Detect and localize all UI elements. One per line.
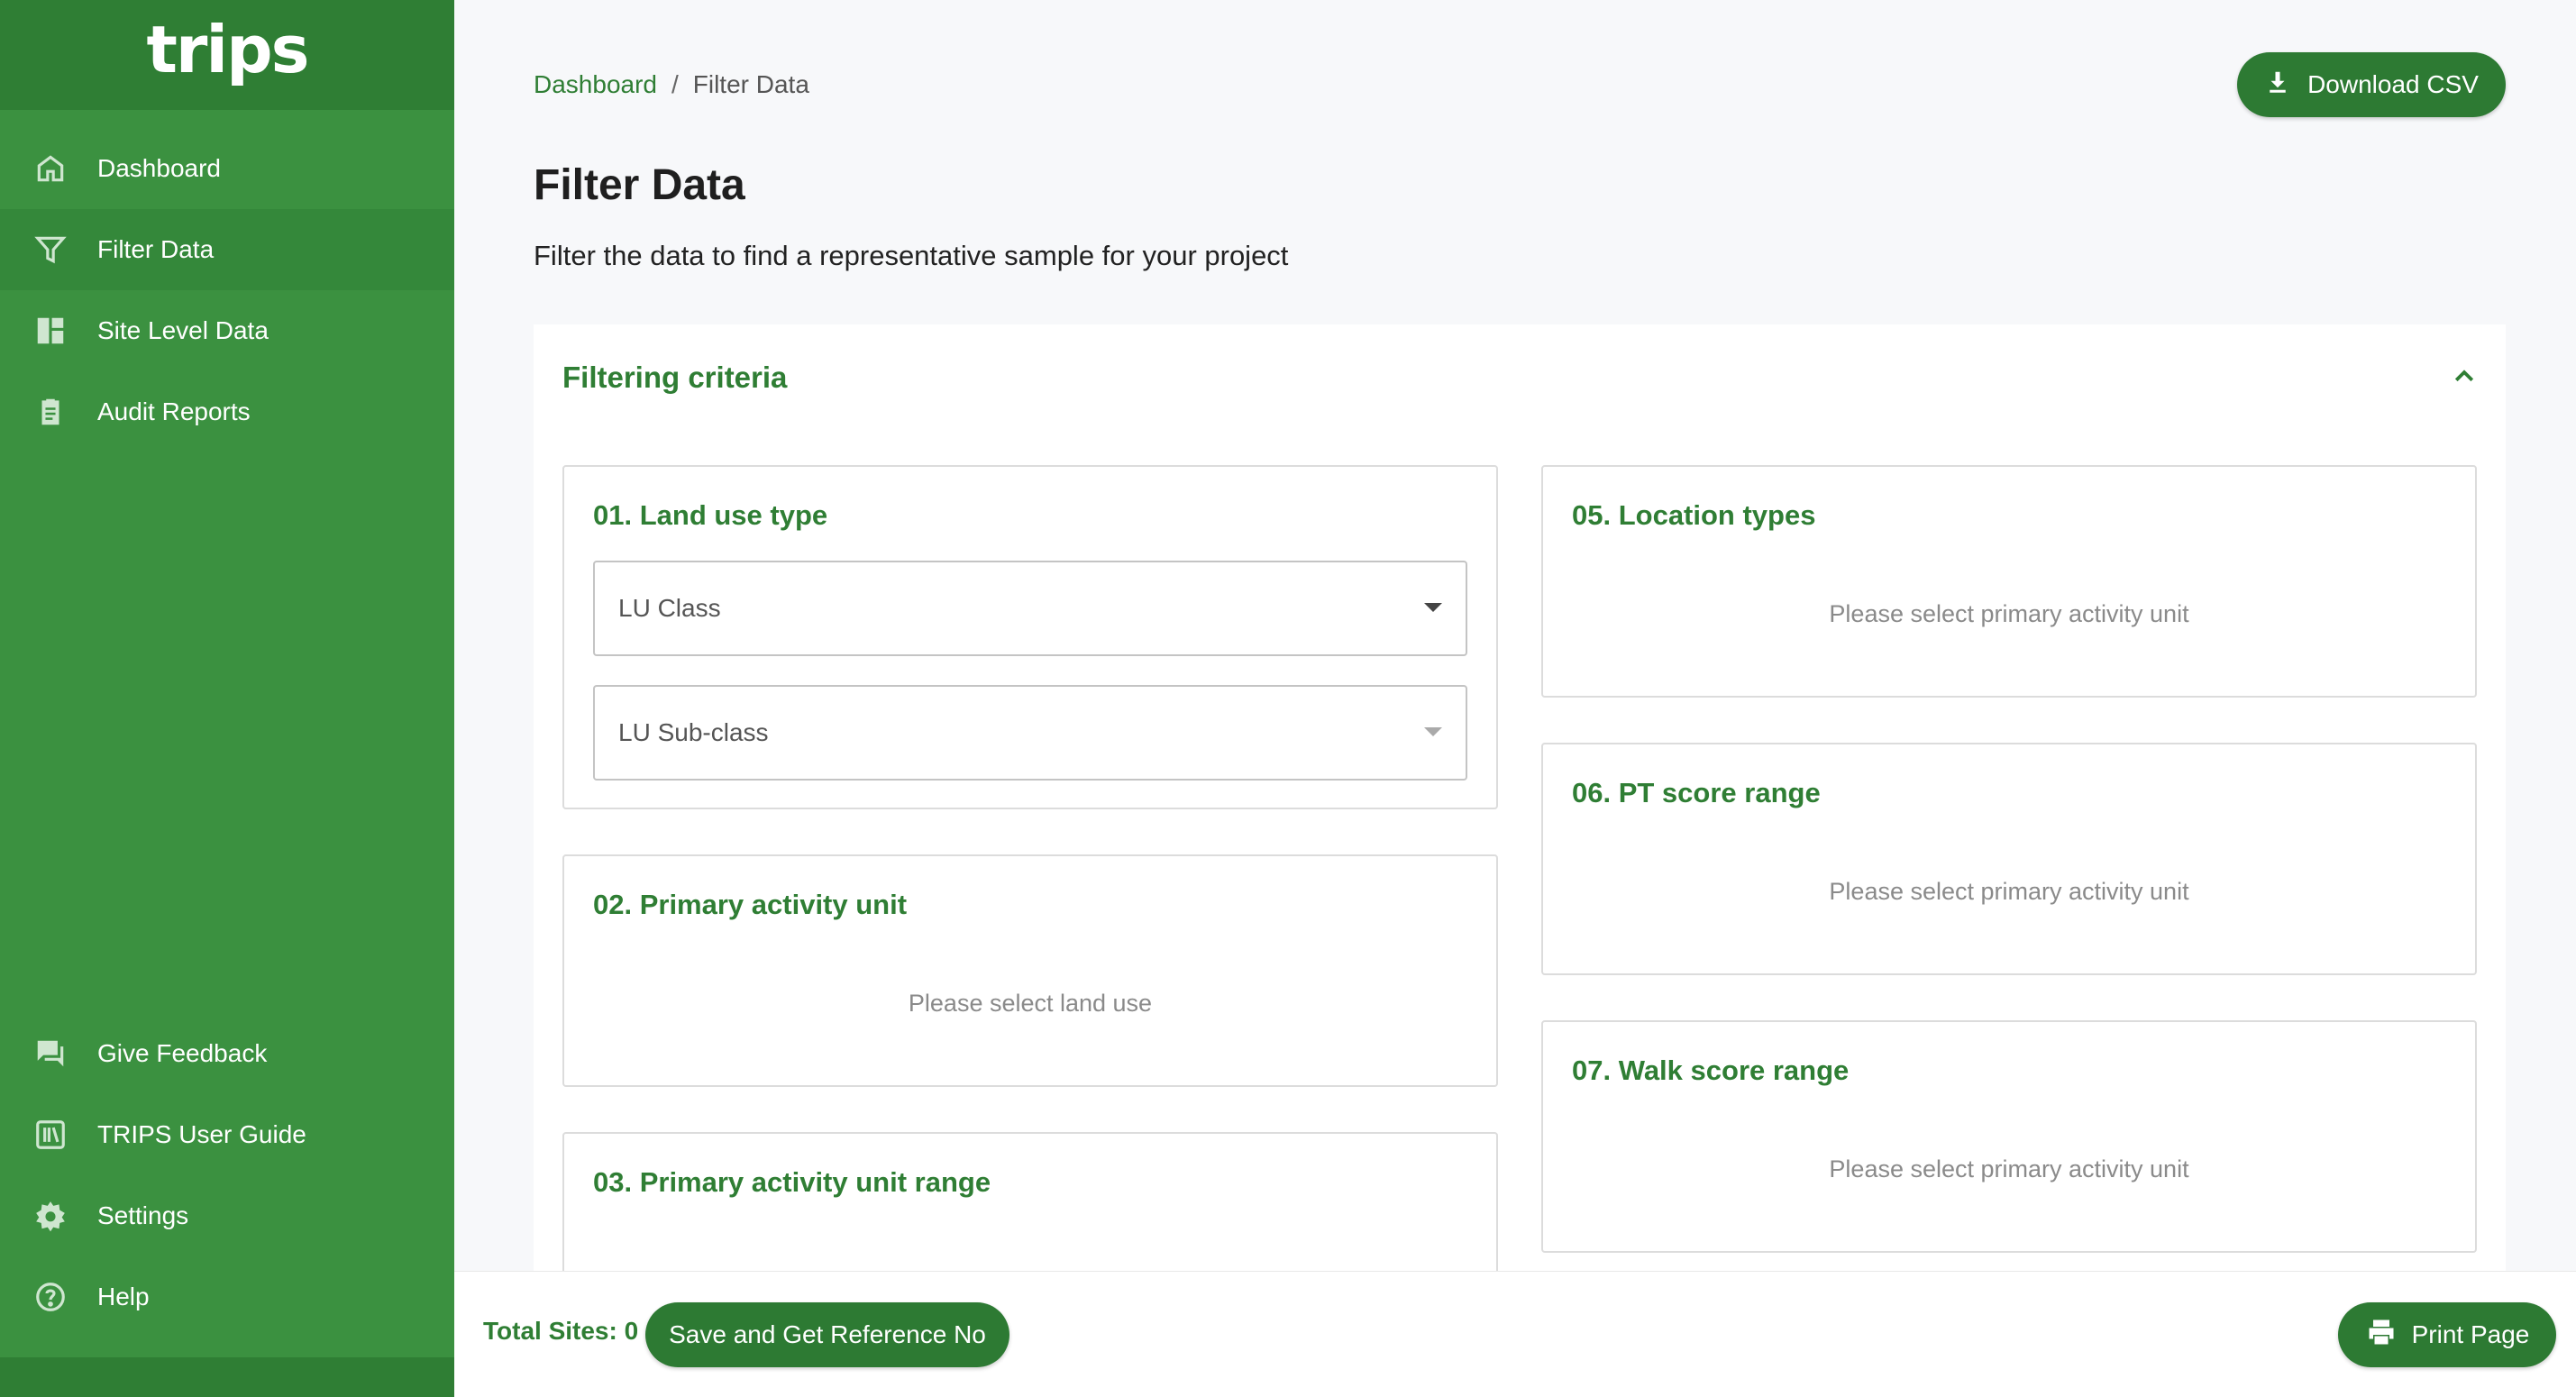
- bottom-action-bar: Total Sites: 0 Save and Get Reference No…: [454, 1271, 2576, 1397]
- pt-score-range-card: 06. PT score range Please select primary…: [1541, 743, 2477, 975]
- breadcrumb-dashboard-link[interactable]: Dashboard: [534, 70, 657, 99]
- print-page-label: Print Page: [2411, 1320, 2530, 1348]
- filtering-criteria-panel: Filtering criteria 01. Land use type LU …: [534, 324, 2506, 1312]
- walk-score-range-card: 07. Walk score range Please select prima…: [1541, 1020, 2477, 1253]
- sidebar-item-label: TRIPS User Guide: [97, 1120, 306, 1148]
- sidebar-item-settings[interactable]: Settings: [0, 1175, 454, 1256]
- sidebar: trips Dashboard Filter Data Site Level D…: [0, 0, 454, 1397]
- page-title: Filter Data: [534, 161, 745, 209]
- land-use-type-card: 01. Land use type LU Class LU Sub-class: [562, 465, 1498, 809]
- clipboard-icon: [32, 394, 69, 430]
- land-use-type-title: 01. Land use type: [593, 499, 828, 531]
- filter-icon: [32, 232, 69, 268]
- lu-class-placeholder: LU Class: [618, 594, 721, 622]
- page-subtitle: Filter the data to find a representative…: [534, 240, 1289, 271]
- help-icon: [32, 1279, 69, 1315]
- dashboard-grid-icon: [32, 313, 69, 349]
- location-types-title: 05. Location types: [1572, 499, 1816, 531]
- sidebar-item-label: Filter Data: [97, 235, 215, 263]
- pt-score-range-message: Please select primary activity unit: [1829, 878, 2189, 905]
- sidebar-item-filter-data[interactable]: Filter Data: [0, 209, 454, 290]
- sidebar-item-help[interactable]: Help: [0, 1256, 454, 1338]
- sidebar-footer: [0, 1357, 454, 1397]
- sidebar-item-dashboard[interactable]: Dashboard: [0, 128, 454, 209]
- save-reference-button[interactable]: Save and Get Reference No: [645, 1302, 1009, 1367]
- primary-activity-unit-card: 02. Primary activity unit Please select …: [562, 854, 1498, 1087]
- primary-activity-unit-title: 02. Primary activity unit: [593, 889, 908, 920]
- primary-activity-unit-message: Please select land use: [908, 990, 1153, 1017]
- download-icon: [2264, 68, 2291, 102]
- sidebar-item-user-guide[interactable]: TRIPS User Guide: [0, 1094, 454, 1175]
- filtering-criteria-title[interactable]: Filtering criteria: [562, 361, 787, 395]
- gear-icon: [32, 1198, 69, 1234]
- logo-area: trips: [0, 0, 454, 110]
- sidebar-item-label: Site Level Data: [97, 316, 269, 344]
- download-csv-label: Download CSV: [2307, 70, 2479, 98]
- breadcrumb: Dashboard / Filter Data: [534, 70, 809, 99]
- pt-score-range-title: 06. PT score range: [1572, 777, 1821, 808]
- primary-activity-range-title: 03. Primary activity unit range: [593, 1166, 991, 1198]
- chevron-up-icon[interactable]: [2446, 359, 2482, 395]
- sidebar-item-site-level-data[interactable]: Site Level Data: [0, 290, 454, 371]
- total-sites-count: Total Sites: 0: [483, 1317, 639, 1345]
- sidebar-item-audit-reports[interactable]: Audit Reports: [0, 371, 454, 452]
- walk-score-range-title: 07. Walk score range: [1572, 1055, 1850, 1086]
- printer-icon: [2365, 1316, 2398, 1355]
- lu-subclass-select[interactable]: LU Sub-class: [593, 685, 1467, 781]
- feedback-icon: [32, 1036, 69, 1072]
- sidebar-item-label: Help: [97, 1283, 150, 1310]
- sidebar-item-label: Dashboard: [97, 154, 221, 182]
- breadcrumb-separator: /: [671, 70, 679, 98]
- location-types-card: 05. Location types Please select primary…: [1541, 465, 2477, 698]
- dropdown-arrow-icon: [1424, 603, 1442, 612]
- download-csv-button[interactable]: Download CSV: [2237, 52, 2506, 117]
- sidebar-item-give-feedback[interactable]: Give Feedback: [0, 1013, 454, 1094]
- library-icon: [32, 1117, 69, 1153]
- lu-class-select[interactable]: LU Class: [593, 561, 1467, 656]
- sidebar-item-label: Give Feedback: [97, 1039, 268, 1067]
- location-types-message: Please select primary activity unit: [1829, 600, 2189, 627]
- sidebar-item-label: Settings: [97, 1201, 189, 1229]
- walk-score-range-message: Please select primary activity unit: [1829, 1155, 2189, 1182]
- print-page-button[interactable]: Print Page: [2338, 1302, 2556, 1367]
- dropdown-arrow-icon: [1424, 727, 1442, 736]
- home-icon: [32, 151, 69, 187]
- lu-subclass-placeholder: LU Sub-class: [618, 718, 769, 746]
- app-logo[interactable]: trips: [147, 12, 310, 87]
- sidebar-item-label: Audit Reports: [97, 397, 251, 425]
- breadcrumb-current: Filter Data: [692, 70, 809, 98]
